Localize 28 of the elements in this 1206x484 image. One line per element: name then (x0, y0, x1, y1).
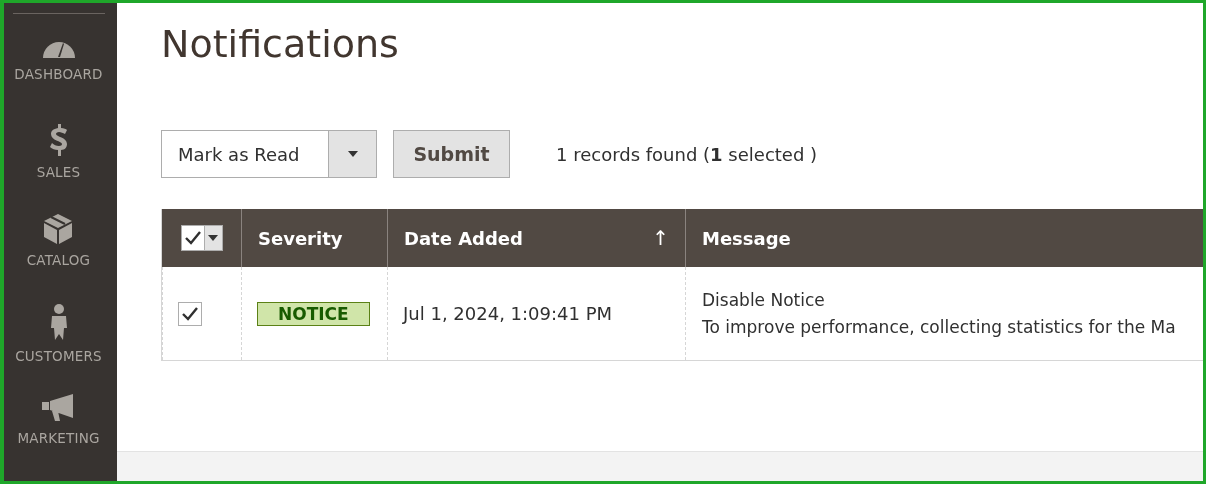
dollar-icon (48, 124, 69, 156)
mass-select-dropdown[interactable] (203, 226, 222, 250)
table-cell: Jul 1, 2024, 1:09:41 PM (387, 267, 685, 360)
action-select[interactable]: Mark as Read (161, 130, 377, 178)
box-icon (44, 214, 73, 244)
caret-icon (347, 151, 358, 157)
sidebar-item[interactable]: MARKETING (17, 394, 100, 484)
person-icon (49, 304, 68, 340)
records-count: 1 records found (1 selected ) (556, 143, 818, 165)
sidebar-item[interactable]: SALES (36, 124, 81, 214)
severity-badge: NOTICE (257, 301, 370, 326)
column-header[interactable]: Message (685, 209, 1206, 267)
sort-indicator: ↑ (652, 226, 669, 250)
mass-select-checkbox[interactable] (180, 225, 223, 251)
sidebar-item[interactable]: CUSTOMERS (15, 304, 102, 394)
sidebar-item[interactable]: CATALOG (26, 214, 91, 304)
caret-icon (208, 235, 218, 241)
submit-button[interactable]: Submit (393, 130, 510, 178)
message-title: Disable Notice (702, 288, 826, 312)
row-checkbox[interactable] (178, 301, 202, 326)
check-icon (182, 306, 198, 321)
sidebar-item[interactable]: DASHBOARD (14, 34, 103, 124)
check-icon (184, 231, 201, 245)
megaphone-icon (42, 394, 75, 422)
column-header[interactable]: Severity (241, 209, 387, 267)
page-title: Notifications (161, 22, 400, 68)
column-header[interactable]: Date Added ↑ (387, 209, 685, 267)
message-text: To improve performance, collecting statistics for the Ma (702, 315, 1177, 339)
